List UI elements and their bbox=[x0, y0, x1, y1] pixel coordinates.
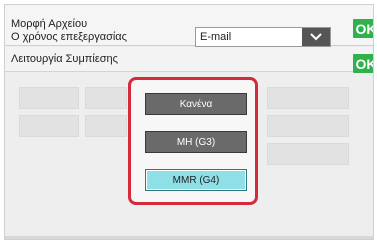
processing-time-label: Ο χρόνος επεξεργασίας bbox=[11, 31, 127, 43]
compression-mode-row: Λειτουργία Συμπίεσης bbox=[5, 47, 373, 72]
ok-button-file-format[interactable]: OK bbox=[353, 19, 373, 38]
option-none-button[interactable]: Κανένα bbox=[145, 93, 247, 115]
select-arrow-button[interactable] bbox=[302, 28, 330, 46]
bottom-divider bbox=[5, 236, 373, 239]
chevron-down-icon bbox=[310, 33, 322, 41]
file-format-label: Μορφή Αρχείου bbox=[11, 18, 88, 30]
delivery-select-value: E-mail bbox=[200, 31, 232, 43]
compression-options-panel: Κανένα MH (G3) MMR (G4) bbox=[128, 77, 258, 205]
file-format-row: Μορφή Αρχείου Ο χρόνος επεξεργασίας E-ma… bbox=[5, 5, 373, 47]
background-block bbox=[85, 87, 127, 109]
ok-button-compression[interactable]: OK bbox=[353, 54, 373, 73]
background-block bbox=[19, 87, 79, 109]
background-block bbox=[85, 115, 127, 137]
delivery-select[interactable]: E-mail bbox=[195, 27, 331, 47]
device-panel: Μορφή Αρχείου Ο χρόνος επεξεργασίας E-ma… bbox=[4, 4, 374, 240]
compression-mode-label: Λειτουργία Συμπίεσης bbox=[11, 53, 118, 65]
option-mh-g3-button[interactable]: MH (G3) bbox=[145, 131, 247, 153]
background-block bbox=[267, 115, 349, 137]
option-mmr-g4-button[interactable]: MMR (G4) bbox=[145, 169, 247, 191]
background-block bbox=[267, 87, 349, 109]
background-block bbox=[19, 115, 79, 137]
background-block bbox=[267, 143, 349, 165]
